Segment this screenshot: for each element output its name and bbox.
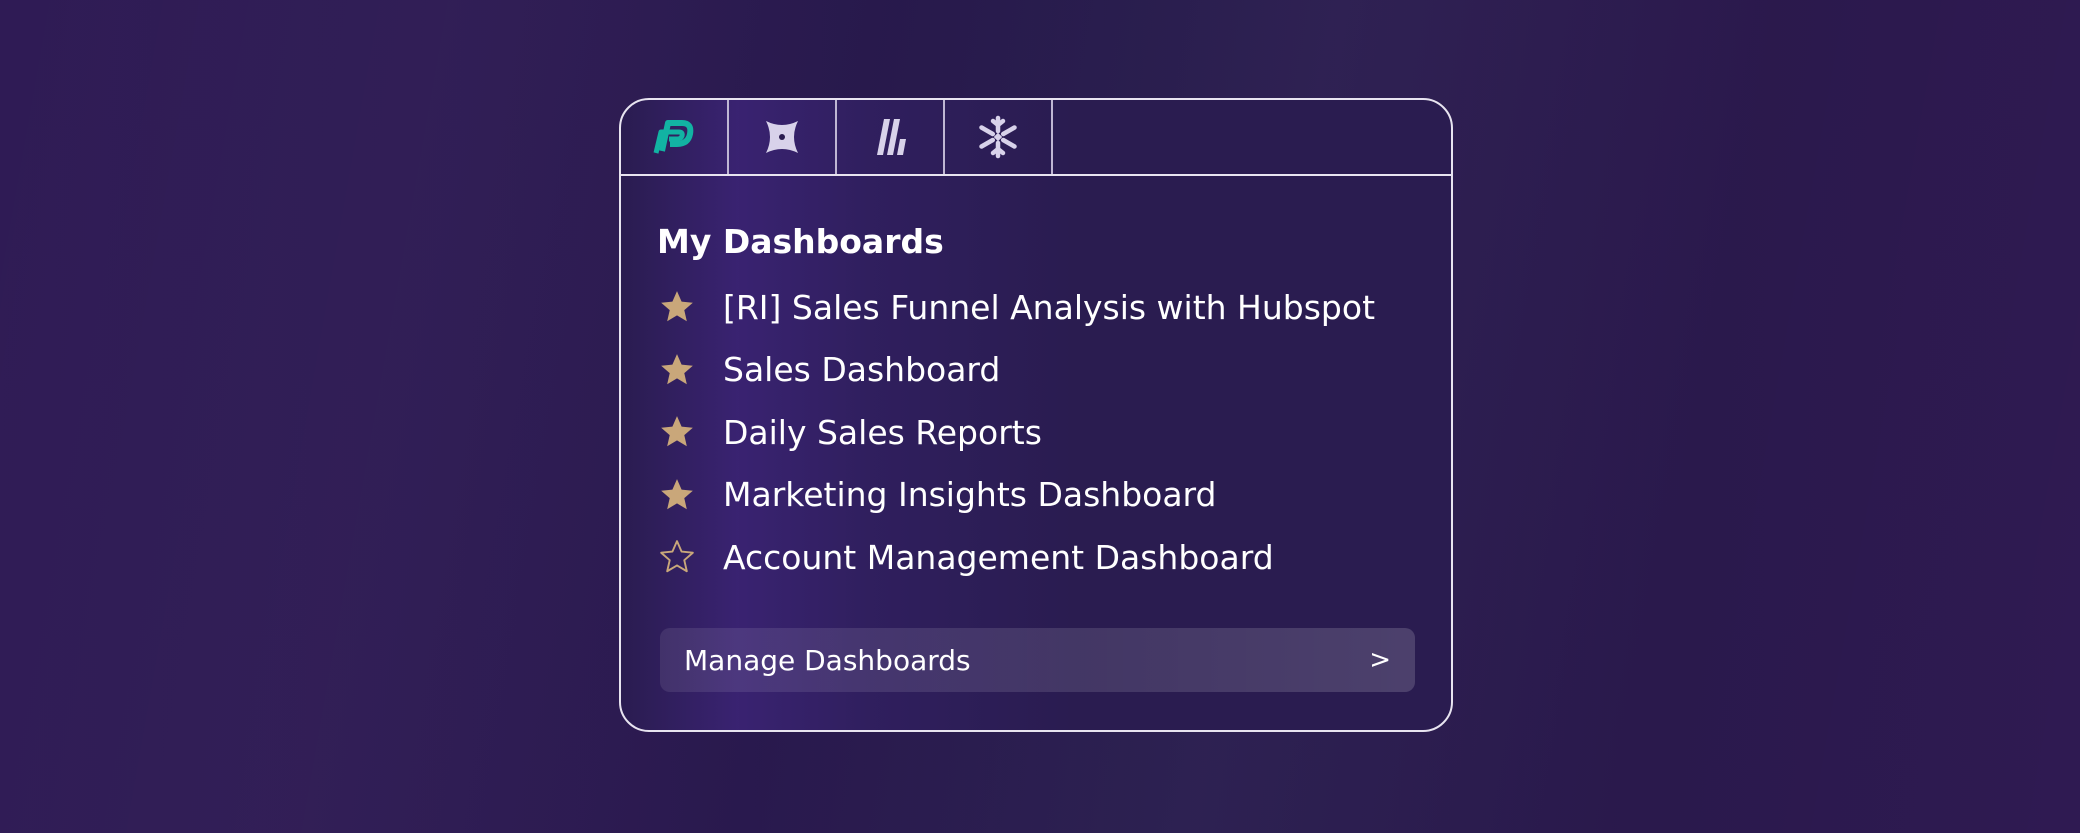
manage-dashboards-button[interactable]: Manage Dashboards >: [660, 628, 1415, 692]
stripes-logo-icon: [877, 119, 906, 155]
list-item[interactable]: Daily Sales Reports: [657, 401, 1415, 464]
dashboard-name: Daily Sales Reports: [723, 412, 1042, 452]
list-item[interactable]: Marketing Insights Dashboard: [657, 464, 1415, 527]
dashboards-panel: My Dashboards [RI] Sales Funnel Analysis…: [619, 98, 1453, 732]
list-item[interactable]: [RI] Sales Funnel Analysis with Hubspot: [657, 276, 1415, 339]
manage-dashboards-label: Manage Dashboards: [684, 643, 971, 677]
star-outline-icon[interactable]: [657, 537, 697, 577]
list-item[interactable]: Account Management Dashboard: [657, 526, 1415, 589]
tab-preset[interactable]: [621, 100, 729, 174]
dashboard-name: Marketing Insights Dashboard: [723, 475, 1217, 515]
dashboards-section: My Dashboards [RI] Sales Funnel Analysis…: [657, 220, 1415, 589]
integration-tabbar: [621, 100, 1451, 176]
chevron-right-icon: >: [1369, 645, 1391, 675]
tab-dbt[interactable]: [729, 100, 837, 174]
dashboard-name: Sales Dashboard: [723, 350, 1001, 390]
star-filled-icon[interactable]: [657, 412, 697, 452]
star-filled-icon[interactable]: [657, 475, 697, 515]
star-filled-icon[interactable]: [657, 350, 697, 390]
preset-logo-icon: [653, 120, 694, 154]
dashboard-list: [RI] Sales Funnel Analysis with Hubspot …: [657, 276, 1415, 589]
tab-snowflake[interactable]: [945, 100, 1053, 174]
list-item[interactable]: Sales Dashboard: [657, 339, 1415, 402]
star-filled-icon[interactable]: [657, 287, 697, 327]
dbt-logo-icon: [766, 121, 798, 153]
dashboard-name: [RI] Sales Funnel Analysis with Hubspot: [723, 287, 1376, 327]
dashboard-name: Account Management Dashboard: [723, 537, 1274, 577]
section-heading: My Dashboards: [657, 222, 944, 261]
snowflake-icon: [979, 115, 1017, 159]
tab-stripes[interactable]: [837, 100, 945, 174]
